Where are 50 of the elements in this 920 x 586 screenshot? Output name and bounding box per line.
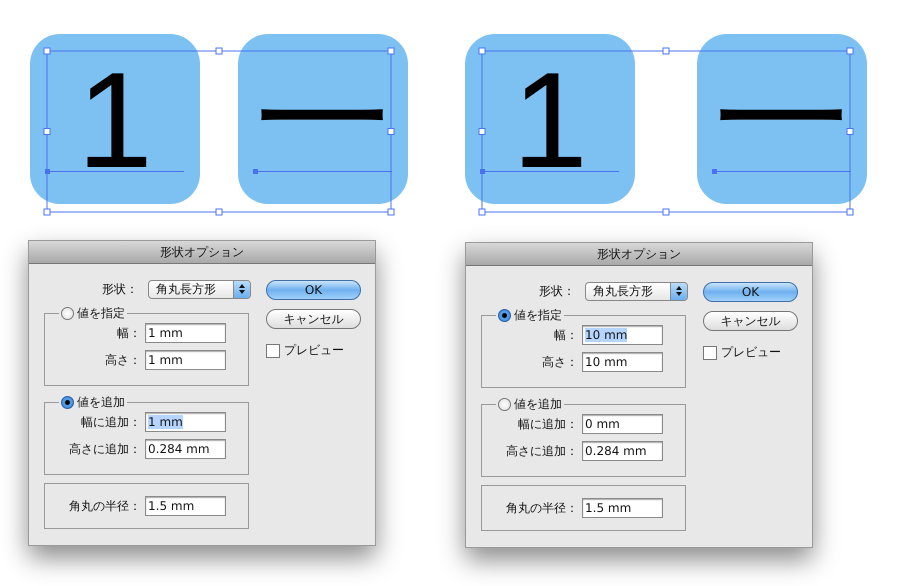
radio-button[interactable] [498,308,511,322]
radio-button[interactable] [61,306,74,320]
field-label: 高さ： [541,354,579,370]
glyph-text: 一 [714,73,850,169]
field-label: 幅に追加： [80,414,142,430]
selection-box[interactable] [43,47,395,216]
shape-dropdown[interactable]: 角丸長方形 [585,282,688,300]
radio-button[interactable] [61,396,74,408]
radio-label: 値を追加 [77,394,125,410]
input-field[interactable]: 0.284 mm [145,439,226,459]
input-field[interactable]: 10 mm [582,325,663,345]
input-field[interactable]: 0.284 mm [582,441,663,461]
field-label: 幅： [116,324,142,342]
ok-button[interactable]: OK [703,282,798,302]
field-label: 高さ： [104,352,142,368]
field-label: 角丸の半径： [68,498,142,514]
checkbox[interactable] [703,346,717,360]
radio-label: 値を追加 [514,396,562,412]
field-label: 形状： [102,280,138,298]
input-field[interactable]: 0 mm [582,414,663,434]
input-field[interactable]: 1.5 mm [582,498,663,518]
dialog-title: 形状オプション [29,241,375,264]
checkbox[interactable] [266,344,280,358]
cancel-button[interactable]: キャンセル [266,309,361,329]
checkbox-label: プレビュー [284,342,344,359]
input-field[interactable]: 1 mm [145,323,226,343]
field-label: 角丸の半径： [505,500,579,516]
glyph-text: 一 [255,73,391,169]
radio-label: 値を指定 [77,304,125,322]
input-field[interactable]: 1 mm [145,350,226,370]
input-field[interactable]: 1 mm [145,412,226,432]
dialog-title: 形状オプション [466,243,812,266]
field-label: 高さに追加： [68,440,142,458]
ok-button[interactable]: OK [266,280,361,300]
shape-dropdown[interactable]: 角丸長方形 [148,280,251,298]
input-field[interactable]: 10 mm [582,352,663,372]
radio-button[interactable] [498,398,511,410]
field-label: 形状： [539,282,575,300]
field-label: 幅： [553,326,579,344]
selection-box[interactable] [478,47,854,216]
radio-label: 値を指定 [514,306,562,324]
checkbox-label: プレビュー [721,344,781,361]
stepper-icon[interactable] [233,280,250,298]
glyph-text: 1 [512,73,588,169]
input-field[interactable]: 1.5 mm [145,496,226,516]
cancel-button[interactable]: キャンセル [703,311,798,331]
field-label: 高さに追加： [505,442,579,460]
stepper-icon[interactable] [670,282,687,300]
field-label: 幅に追加： [517,416,579,432]
glyph-text: 1 [77,73,153,169]
